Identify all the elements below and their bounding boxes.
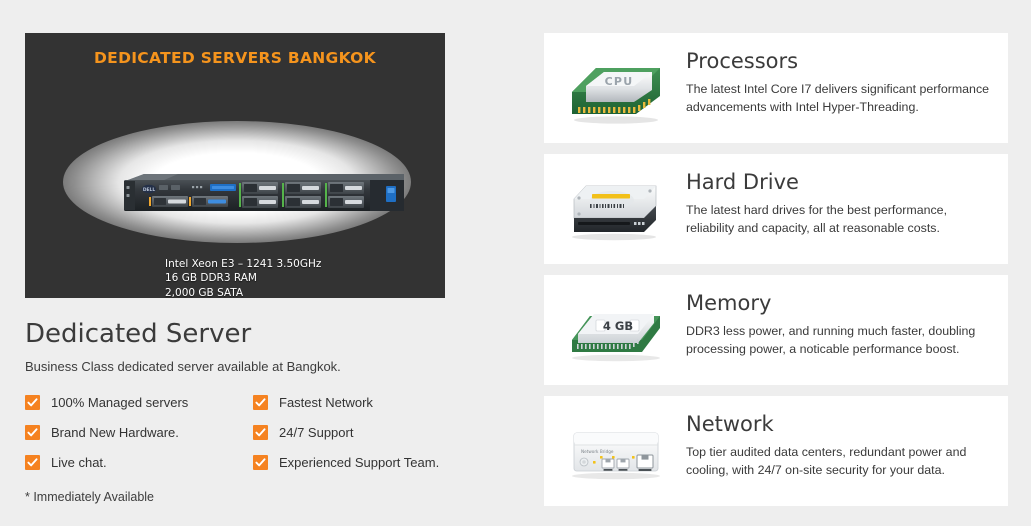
feature-item-live-chat: Live chat. (25, 455, 107, 470)
memory-icon: 4 GB (564, 294, 668, 368)
spec-card-text: The latest Intel Core I7 delivers signif… (686, 82, 990, 114)
spec-card-processors: CPU Processors The latest Intel Core I7 … (544, 33, 1008, 143)
cpu-icon-label: CPU (605, 75, 634, 88)
spec-card-hard-drive: Hard Drive The latest hard drives for th… (544, 154, 1008, 264)
feature-checklist: 100% Managed servers Brand New Hardware.… (25, 395, 465, 487)
spec-card-title: Hard Drive (686, 170, 799, 194)
spec-card-text: The latest hard drives for the best perf… (686, 203, 948, 235)
banner-title: DEDICATED SERVERS BANGKOK (94, 49, 376, 67)
feature-label: Brand New Hardware. (51, 425, 179, 440)
network-icon: Network Bridge (564, 415, 668, 489)
check-icon (253, 395, 268, 410)
feature-item-new-hardware: Brand New Hardware. (25, 425, 179, 440)
feature-label: 24/7 Support (279, 425, 354, 440)
promo-banner: DEDICATED SERVERS BANGKOK DELL Intel Xeo… (25, 33, 445, 298)
feature-item-experienced-team: Experienced Support Team. (253, 455, 439, 470)
rack-server-icon: DELL (124, 174, 404, 211)
spec-card-body: Network Top tier audited data centers, r… (668, 409, 992, 479)
feature-label: Live chat. (51, 455, 107, 470)
spec-cards-column: CPU Processors The latest Intel Core I7 … (544, 33, 1008, 517)
spec-card-title: Processors (686, 49, 799, 73)
feature-label: 100% Managed servers (51, 395, 189, 410)
spec-card-title: Network (686, 412, 774, 436)
check-icon (253, 425, 268, 440)
check-icon (25, 395, 40, 410)
network-icon-label: Network Bridge (581, 449, 614, 454)
hard-drive-icon (564, 173, 668, 247)
check-icon (253, 455, 268, 470)
feature-label: Experienced Support Team. (279, 455, 440, 470)
spec-card-memory: 4 GB Memory DDR3 less power, and running… (544, 275, 1008, 385)
spec-card-body: Processors The latest Intel Core I7 deli… (668, 46, 992, 116)
feature-label: Fastest Network (279, 395, 373, 410)
svg-text:DELL: DELL (143, 187, 155, 193)
spec-card-network: Network Bridge Network Top tier audited … (544, 396, 1008, 506)
page-title: Dedicated Server (25, 319, 252, 349)
feature-item-managed-servers: 100% Managed servers (25, 395, 188, 410)
cpu-icon: CPU (564, 52, 668, 126)
memory-icon-label: 4 GB (603, 319, 633, 333)
spec-card-body: Hard Drive The latest hard drives for th… (668, 167, 992, 237)
check-icon (25, 425, 40, 440)
check-icon (25, 455, 40, 470)
spec-card-body: Memory DDR3 less power, and running much… (668, 288, 992, 358)
banner-specs: Intel Xeon E3 – 1241 3.50GHz 16 GB DDR3 … (165, 258, 322, 298)
feature-item-fastest-network: Fastest Network (253, 395, 373, 410)
feature-item-24-7-support: 24/7 Support (253, 425, 353, 440)
page-subtitle: Business Class dedicated server availabl… (25, 359, 341, 374)
product-overview-column: DEDICATED SERVERS BANGKOK DELL Intel Xeo… (25, 33, 445, 504)
spec-card-text: DDR3 less power, and running much faster… (686, 324, 976, 356)
spec-card-title: Memory (686, 291, 772, 315)
spec-card-text: Top tier audited data centers, redundant… (686, 445, 967, 477)
availability-footnote: * Immediately Available (25, 490, 155, 504)
